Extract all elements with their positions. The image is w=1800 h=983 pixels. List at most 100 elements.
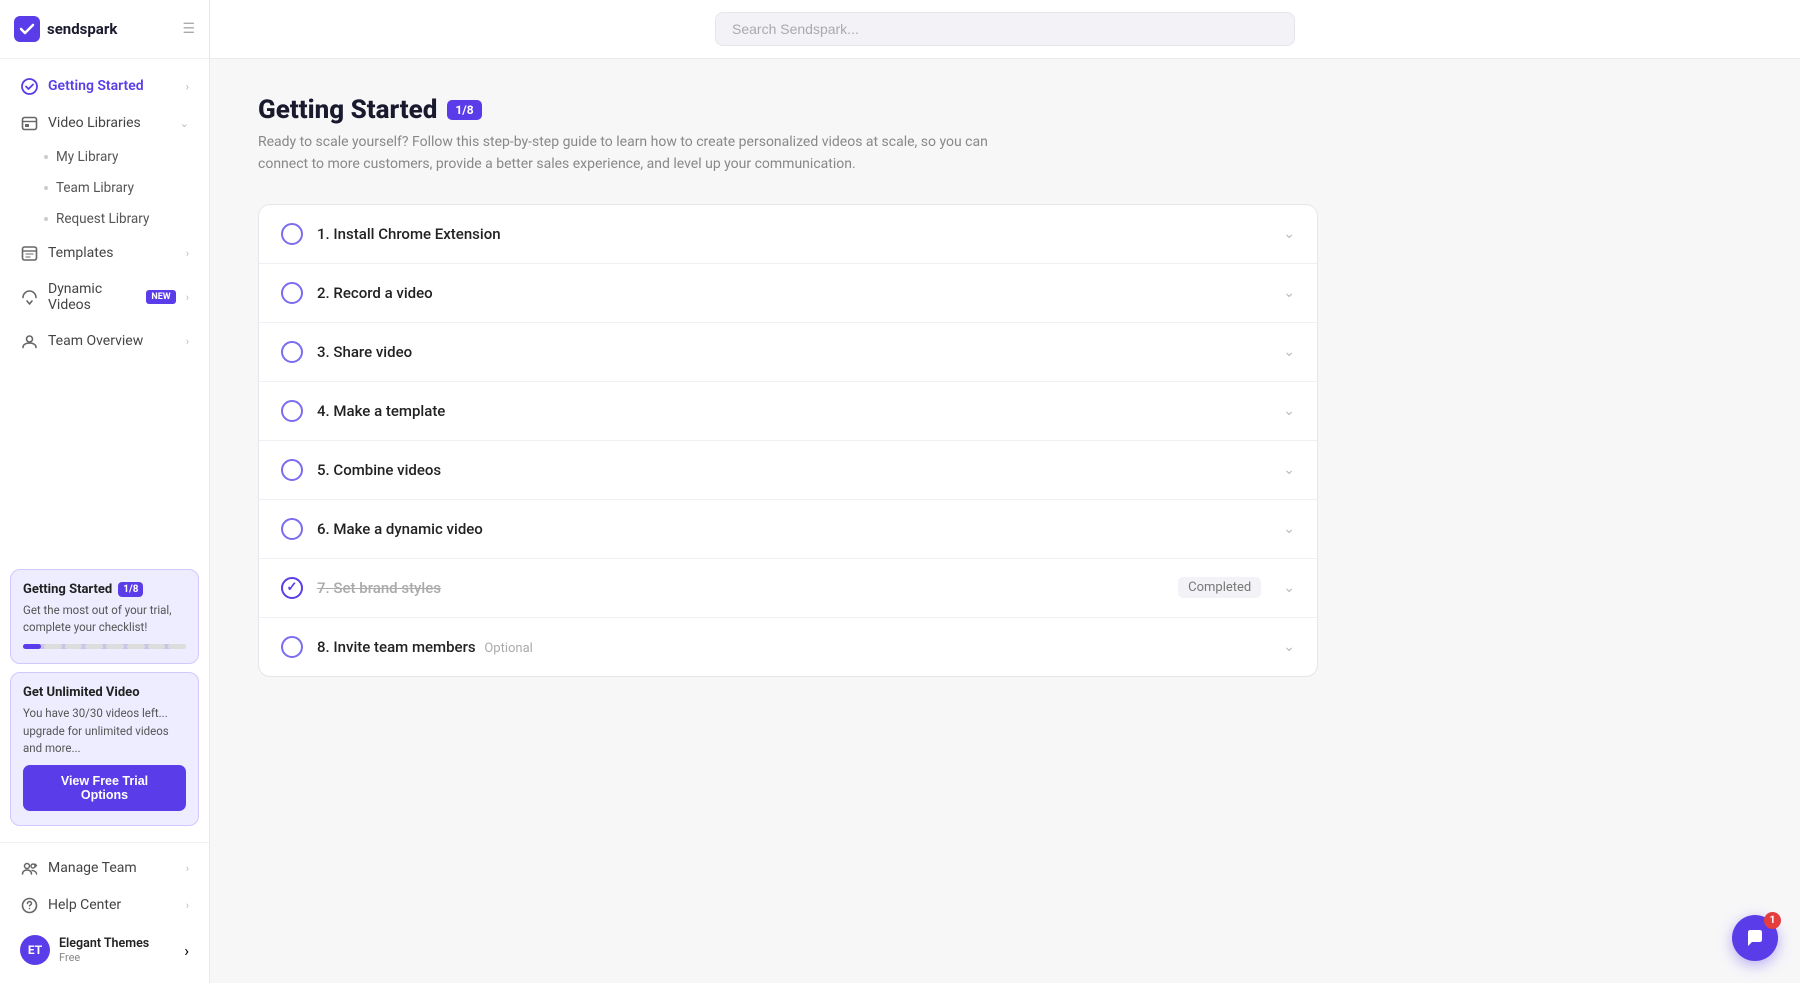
checklist-item-share-video[interactable]: 3. Share video ⌄ — [259, 323, 1317, 382]
chevron-right-icon: › — [186, 335, 189, 348]
check-circle-brand — [281, 577, 303, 599]
sidebar-item-video-libraries[interactable]: Video Libraries ⌄ — [6, 105, 203, 141]
topbar — [210, 0, 1800, 59]
checklist-item-install-chrome[interactable]: 1. Install Chrome Extension ⌄ — [259, 205, 1317, 264]
sidebar-label-video-libraries: Video Libraries — [48, 115, 170, 131]
item-label-install: 1. Install Chrome Extension — [317, 225, 1269, 243]
dot-icon — [44, 217, 48, 221]
optional-label: Optional — [484, 641, 532, 656]
item-label-combine: 5. Combine videos — [317, 461, 1269, 479]
chevron-right-icon: › — [186, 899, 189, 912]
check-circle-record — [281, 282, 303, 304]
view-trial-button[interactable]: View Free Trial Options — [23, 765, 186, 811]
my-library-label: My Library — [56, 149, 118, 165]
chevron-down-icon: ⌄ — [1283, 285, 1295, 301]
unlimited-video-card: Get Unlimited Video You have 30/30 video… — [10, 672, 199, 826]
item-label-share: 3. Share video — [317, 343, 1269, 361]
check-circle-icon — [20, 77, 38, 95]
user-name: Elegant Themes — [59, 936, 175, 951]
sidebar-cards: Getting Started 1/8 Get the most out of … — [0, 561, 209, 842]
hamburger-icon[interactable]: ☰ — [182, 21, 195, 37]
chevron-down-icon: ⌄ — [1283, 344, 1295, 360]
progress-segment-3 — [65, 644, 83, 649]
checklist-item-make-template[interactable]: 4. Make a template ⌄ — [259, 382, 1317, 441]
chevron-down-icon: ⌄ — [1283, 580, 1295, 596]
search-input[interactable] — [715, 12, 1295, 46]
sidebar-label-templates: Templates — [48, 245, 176, 261]
chevron-down-icon: ⌄ — [1283, 521, 1295, 537]
chevron-down-icon: ⌄ — [1283, 226, 1295, 242]
checklist-item-combine-videos[interactable]: 5. Combine videos ⌄ — [259, 441, 1317, 500]
progress-segment-4 — [85, 644, 103, 649]
card-title: Getting Started 1/8 — [23, 582, 186, 597]
progress-segment-6 — [127, 644, 145, 649]
sidebar-header: sendspark ☰ — [0, 0, 209, 59]
checklist-item-brand-styles[interactable]: 7. Set brand styles Completed ⌄ — [259, 559, 1317, 618]
check-circle-invite — [281, 636, 303, 658]
chat-bubble[interactable]: 1 — [1732, 915, 1778, 961]
item-label-brand: 7. Set brand styles — [317, 579, 1164, 597]
progress-bar — [23, 644, 186, 649]
user-row[interactable]: ET Elegant Themes Free › — [6, 925, 203, 975]
progress-segment-8 — [168, 644, 186, 649]
card-desc: Get the most out of your trial, complete… — [23, 602, 186, 637]
new-badge: New — [146, 290, 175, 304]
chevron-down-icon: ⌄ — [1283, 639, 1295, 655]
progress-segment-1 — [23, 644, 41, 649]
video-libraries-sub-nav: My Library Team Library Request Library — [0, 142, 209, 234]
sidebar-item-manage-team[interactable]: Manage Team › — [6, 850, 203, 886]
dot-icon — [44, 186, 48, 190]
sidebar-item-request-library[interactable]: Request Library — [36, 204, 203, 234]
sidebar-item-dynamic-videos[interactable]: Dynamic Videos New › — [6, 272, 203, 322]
sidebar-label-dynamic-videos: Dynamic Videos — [48, 281, 136, 313]
unlimited-card-desc: You have 30/30 videos left... upgrade fo… — [23, 705, 186, 757]
logo-icon — [14, 16, 40, 42]
page-description: Ready to scale yourself? Follow this ste… — [258, 131, 1038, 176]
main-nav: Getting Started › Video Libraries ⌄ My L… — [0, 59, 209, 561]
checklist-item-record-video[interactable]: 2. Record a video ⌄ — [259, 264, 1317, 323]
user-plan: Free — [59, 951, 175, 964]
checklist: 1. Install Chrome Extension ⌄ 2. Record … — [258, 204, 1318, 677]
sidebar-item-help-center[interactable]: Help Center › — [6, 887, 203, 923]
template-icon — [20, 244, 38, 262]
sidebar-item-team-overview[interactable]: Team Overview › — [6, 323, 203, 359]
help-center-label: Help Center — [48, 897, 176, 913]
sidebar-item-templates[interactable]: Templates › — [6, 235, 203, 271]
manage-team-icon — [20, 859, 38, 877]
chevron-right-icon: › — [186, 247, 189, 260]
checklist-item-dynamic-video[interactable]: 6. Make a dynamic video ⌄ — [259, 500, 1317, 559]
request-library-label: Request Library — [56, 211, 149, 227]
bottom-nav: Manage Team › Help Center › ET Elegant T… — [0, 842, 209, 983]
sidebar-label-team-overview: Team Overview — [48, 333, 176, 349]
item-label-invite: 8. Invite team members Optional — [317, 638, 1269, 656]
sidebar-label-getting-started: Getting Started — [48, 78, 176, 94]
chevron-down-icon: ⌄ — [180, 117, 189, 130]
library-icon — [20, 114, 38, 132]
main-content: Getting Started 1/8 Ready to scale yours… — [210, 59, 1800, 983]
chevron-down-icon: ⌄ — [1283, 462, 1295, 478]
check-circle-dynamic — [281, 518, 303, 540]
team-library-label: Team Library — [56, 180, 134, 196]
progress-segment-2 — [44, 644, 62, 649]
chevron-right-icon: › — [186, 291, 189, 304]
sidebar: sendspark ☰ Getting Started › — [0, 0, 210, 983]
checklist-item-invite-members[interactable]: 8. Invite team members Optional ⌄ — [259, 618, 1317, 676]
manage-team-label: Manage Team — [48, 860, 176, 876]
chat-icon — [1745, 928, 1765, 948]
avatar: ET — [20, 935, 50, 965]
chevron-right-icon: › — [186, 862, 189, 875]
check-circle-template — [281, 400, 303, 422]
help-icon — [20, 896, 38, 914]
sidebar-item-team-library[interactable]: Team Library — [36, 173, 203, 203]
sidebar-item-getting-started[interactable]: Getting Started › — [6, 68, 203, 104]
check-circle-install — [281, 223, 303, 245]
chevron-right-icon: › — [186, 80, 189, 93]
page-title: Getting Started — [258, 95, 437, 125]
logo-text: sendspark — [47, 20, 117, 38]
logo[interactable]: sendspark — [14, 16, 117, 42]
card-progress-badge: 1/8 — [118, 582, 143, 597]
check-circle-share — [281, 341, 303, 363]
sidebar-item-my-library[interactable]: My Library — [36, 142, 203, 172]
page-progress-badge: 1/8 — [447, 100, 481, 120]
item-label-template: 4. Make a template — [317, 402, 1269, 420]
